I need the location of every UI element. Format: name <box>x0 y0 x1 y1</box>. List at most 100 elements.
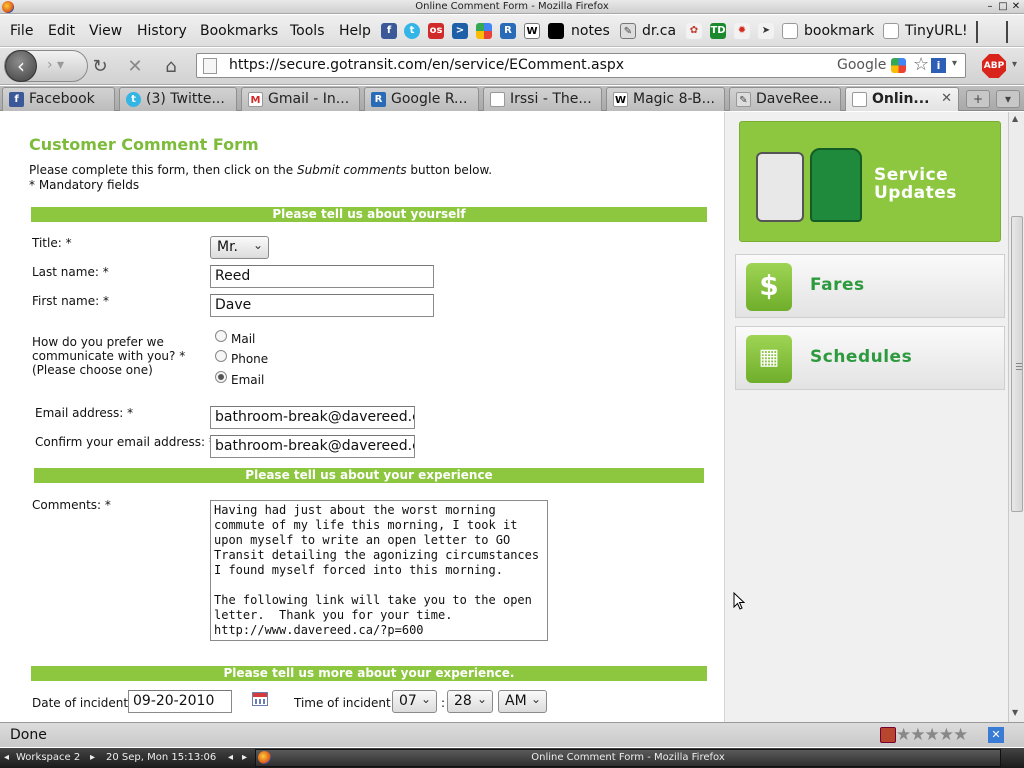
minimize-button[interactable]: – <box>984 1 996 13</box>
google-icon[interactable] <box>891 58 906 73</box>
url-bar[interactable]: https://secure.gotransit.com/en/service/… <box>196 53 966 78</box>
info-icon[interactable]: i <box>931 58 946 73</box>
lastname-field[interactable]: Reed <box>210 265 434 288</box>
reload-icon[interactable]: ↻ <box>89 56 111 77</box>
new-tab-button[interactable]: + <box>966 90 990 108</box>
sidebar: Service Updates $ Fares ▦ Schedules <box>724 112 1008 722</box>
menu-bookmarks[interactable]: Bookmarks <box>200 23 278 39</box>
scroll-down-icon[interactable]: ▼ <box>1012 708 1018 717</box>
tab-irssi[interactable]: Irssi - The... <box>483 87 602 111</box>
notes-bookmark-icon[interactable] <box>548 23 564 39</box>
tab-twitter[interactable]: t (3) Twitte... <box>119 87 237 111</box>
minute-select[interactable]: 28 ⌄ <box>447 690 493 713</box>
workspace-next-icon[interactable]: ▸ <box>90 752 95 763</box>
url-dropdown-icon[interactable]: ▾ <box>952 58 957 69</box>
tab-facebook[interactable]: f Facebook <box>2 87 115 111</box>
menu-edit[interactable]: Edit <box>48 23 75 39</box>
menu-tools[interactable]: Tools <box>290 23 325 39</box>
comments-textarea[interactable]: Having had just about the worst morning … <box>210 500 548 641</box>
dr-bookmark-icon[interactable]: ✎ <box>620 23 636 39</box>
flower-bookmark-icon[interactable]: ✿ <box>686 23 702 39</box>
radio-mail[interactable] <box>215 330 227 342</box>
fares-tile[interactable]: $ Fares <box>735 254 1005 318</box>
back-button[interactable]: ‹ <box>5 50 37 82</box>
ampm-select[interactable]: AM ⌄ <box>498 690 547 713</box>
reader-bookmark-icon[interactable]: R <box>500 23 516 39</box>
radio-mail-label[interactable]: Mail <box>231 332 255 346</box>
url-text[interactable]: https://secure.gotransit.com/en/service/… <box>229 57 624 73</box>
close-tab-icon[interactable]: ✕ <box>941 91 952 106</box>
workspace-prev-icon[interactable]: ◂ <box>4 752 9 763</box>
adblock-icon[interactable]: ABP <box>982 54 1006 78</box>
confirm-email-field[interactable]: bathroom-break@davereed.ca <box>210 435 415 458</box>
bookmark-bookmark[interactable]: bookmark <box>804 23 874 39</box>
calendar-icon: ▦ <box>746 335 792 383</box>
calendar-icon[interactable] <box>252 692 268 706</box>
page-identity-icon[interactable] <box>203 58 217 74</box>
radio-phone[interactable] <box>215 350 227 362</box>
tinyurl-bookmark[interactable]: TinyURL! <box>905 23 968 39</box>
close-window-button[interactable]: ✕ <box>1010 1 1022 13</box>
adblock-dropdown-icon[interactable]: ▾ <box>1012 59 1017 70</box>
bookmark-star-icon[interactable]: ☆ <box>913 54 929 75</box>
radio-email-label[interactable]: Email <box>231 373 264 387</box>
dr-bookmark[interactable]: dr.ca <box>642 23 676 39</box>
hour-select[interactable]: 07 ⌄ <box>392 690 437 713</box>
page-icon <box>490 92 505 107</box>
service-updates-tile[interactable]: Service Updates <box>739 121 1001 242</box>
date-field[interactable]: 09-20-2010 <box>128 690 232 713</box>
prompt-bookmark-icon[interactable]: > <box>452 23 468 39</box>
radio-email[interactable] <box>215 371 227 383</box>
tab-google-reader[interactable]: R Google R... <box>364 87 479 111</box>
tab-davereed[interactable]: ✎ DaveRee... <box>729 87 841 111</box>
time-label: Time of incident: <box>294 696 395 710</box>
status-addon-icon[interactable]: ✕ <box>988 727 1004 743</box>
schedules-tile[interactable]: ▦ Schedules <box>735 326 1005 390</box>
menu-help[interactable]: Help <box>339 23 371 39</box>
search-engine-label[interactable]: Google <box>837 57 886 73</box>
workspace-label[interactable]: Workspace 2 <box>16 752 80 763</box>
forward-button[interactable]: › ▾ <box>47 57 64 73</box>
back-forward-group: ‹ › ▾ <box>4 50 88 82</box>
scroll-up-icon[interactable]: ▲ <box>1012 114 1018 123</box>
wikipedia-bookmark-icon[interactable]: W <box>524 23 540 39</box>
tinyurl-bookmark-icon[interactable] <box>883 23 899 39</box>
menu-history[interactable]: History <box>137 23 187 39</box>
td-bookmark-icon[interactable]: TD <box>710 23 726 39</box>
taskbar-window-button[interactable]: Online Comment Form - Mozilla Firefox <box>255 749 1001 767</box>
stop-icon[interactable]: ✕ <box>124 56 146 77</box>
notes-bookmark[interactable]: notes <box>571 23 610 39</box>
page-bookmark-icon[interactable] <box>782 23 798 39</box>
taskbar: ◂ Workspace 2 ▸ 20 Sep, Mon 15:13:06 ◂ ▸… <box>0 748 1024 768</box>
firstname-field[interactable]: Dave <box>210 294 434 317</box>
radio-phone-label[interactable]: Phone <box>231 352 268 366</box>
menu-file[interactable]: File <box>10 23 33 39</box>
google-bookmark-icon[interactable] <box>476 23 492 39</box>
home-icon[interactable]: ⌂ <box>160 56 182 77</box>
facebook-bookmark-icon[interactable]: f <box>381 23 397 39</box>
title-select[interactable]: Mr. ⌄ <box>210 236 269 259</box>
arrow-bookmark-icon[interactable]: ➤ <box>758 23 774 39</box>
task-next-icon[interactable]: ▸ <box>242 752 247 763</box>
maximize-button[interactable]: □ <box>997 1 1009 13</box>
tab-magic-8-ball[interactable]: W Magic 8-B... <box>606 87 725 111</box>
task-prev-icon[interactable]: ◂ <box>228 752 233 763</box>
tab-gmail[interactable]: M Gmail - In... <box>241 87 360 111</box>
vertical-scrollbar[interactable]: ▲ ▼ <box>1008 112 1024 722</box>
scroll-thumb[interactable] <box>1011 216 1023 512</box>
addon-icon[interactable] <box>880 727 896 743</box>
menu-view[interactable]: View <box>89 23 122 39</box>
comment-form: Customer Comment Form Please complete th… <box>0 112 724 722</box>
list-all-tabs-button[interactable]: ▾ <box>996 90 1020 108</box>
firefox-icon <box>2 1 14 13</box>
dollar-icon: $ <box>746 263 792 311</box>
email-field[interactable]: bathroom-break@davereed.ca <box>210 406 415 429</box>
tab-online-comment-form[interactable]: Onlin... ✕ <box>845 87 959 111</box>
navigation-toolbar: ‹ › ▾ ↻ ✕ ⌂ https://secure.gotransit.com… <box>0 48 1024 85</box>
minute-select-value: 28 <box>454 693 472 709</box>
rating-stars[interactable]: ★★★★★ <box>896 725 968 745</box>
maple-leaf-icon[interactable]: ✹ <box>734 23 750 39</box>
twitter-bookmark-icon[interactable]: t <box>404 23 420 39</box>
opensource-bookmark-icon[interactable]: os <box>428 23 444 39</box>
menu-bar: File Edit View History Bookmarks Tools H… <box>0 15 1024 47</box>
